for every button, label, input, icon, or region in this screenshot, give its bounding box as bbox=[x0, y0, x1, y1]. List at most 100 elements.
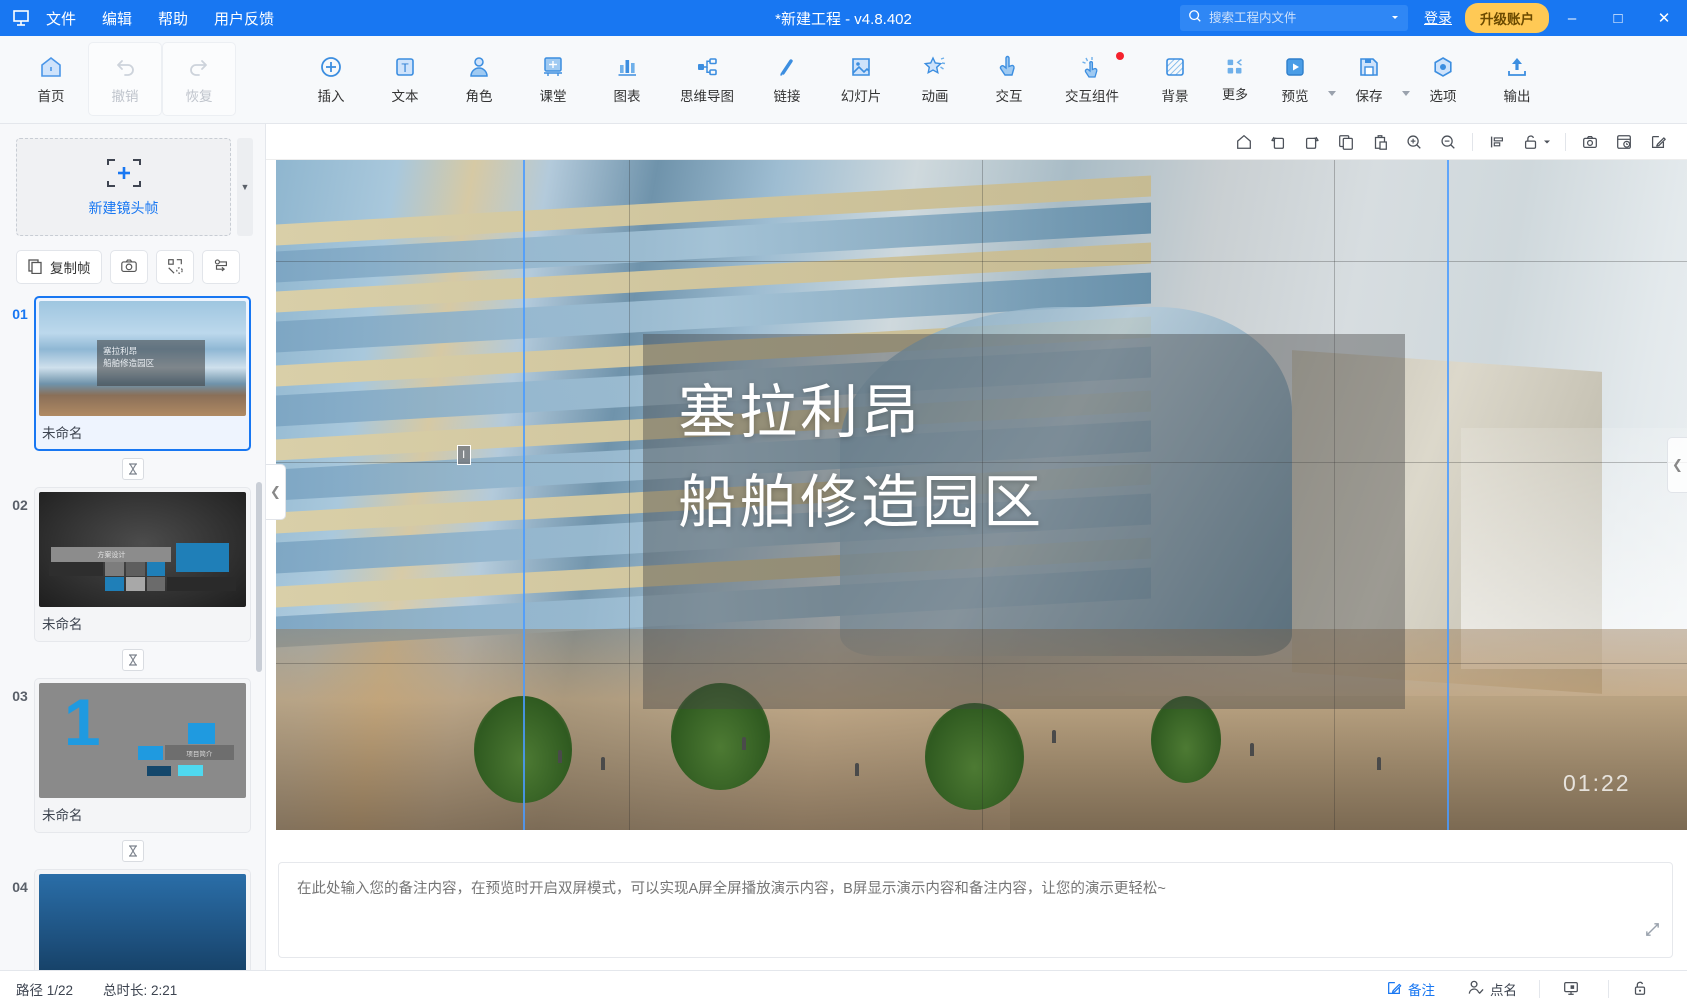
camera-capture-button[interactable] bbox=[109, 250, 148, 284]
collapse-right-panel-button[interactable]: ❮ bbox=[1667, 436, 1687, 493]
timeline-button[interactable] bbox=[1607, 127, 1641, 157]
slides-scrollbar[interactable] bbox=[256, 482, 262, 672]
slide-thumbnail: 塞拉利昂 船舶修造园区 bbox=[39, 301, 246, 416]
tool-preview[interactable]: 预览 bbox=[1258, 42, 1336, 116]
toolbar-divider bbox=[1565, 132, 1566, 151]
align-button[interactable] bbox=[1480, 127, 1514, 157]
tool-mindmap[interactable]: 思维导图 bbox=[664, 42, 750, 116]
thumbnail-text: 塞拉利昂 船舶修造园区 bbox=[103, 345, 155, 368]
menu-item-edit[interactable]: 编辑 bbox=[102, 8, 132, 29]
roll-call-label: 点名 bbox=[1490, 983, 1517, 998]
minimize-icon[interactable]: – bbox=[1549, 0, 1595, 36]
hourglass-transition-icon[interactable] bbox=[121, 649, 144, 671]
new-camera-frame-button[interactable]: 新建镜头帧 bbox=[16, 138, 231, 236]
notes-area bbox=[266, 852, 1687, 970]
snapshot-button[interactable] bbox=[1573, 127, 1607, 157]
slide-render[interactable]: 塞拉利昂 船舶修造园区 I 01:22 bbox=[276, 160, 1687, 830]
svg-text:T: T bbox=[401, 61, 409, 75]
slide-title-text[interactable]: 塞拉利昂 船舶修造园区 bbox=[678, 368, 1044, 548]
maximize-icon[interactable]: □ bbox=[1595, 0, 1641, 36]
status-divider bbox=[1608, 980, 1609, 998]
roll-call-button[interactable]: 点名 bbox=[1451, 979, 1533, 999]
tool-undo[interactable]: 撤销 bbox=[88, 42, 162, 116]
tool-interactive-component[interactable]: 交互组件 bbox=[1046, 42, 1138, 116]
frames-scroll-down-button[interactable]: ▼ bbox=[237, 138, 253, 236]
list-item[interactable]: 02 方案设计 未命名 bbox=[0, 487, 265, 642]
tool-animation[interactable]: 动画 bbox=[898, 42, 972, 116]
hourglass-transition-icon[interactable] bbox=[121, 458, 144, 480]
slide-name[interactable]: 未命名 bbox=[39, 798, 246, 828]
duplicate-frame-button[interactable]: 复制帧 bbox=[16, 250, 102, 284]
tool-background[interactable]: 背景 bbox=[1138, 42, 1212, 116]
duration-indicator: 总时长: 2:21 bbox=[103, 983, 178, 998]
slides-list[interactable]: 01 塞拉利昂 船舶修造园区 未命名 02 方案设计 未命名 03 1 项目简介… bbox=[0, 296, 265, 970]
slides-panel: 新建镜头帧 ▼ 复制帧 01 塞拉利昂 船舶修造园区 未命名 02 方案设计 未… bbox=[0, 124, 266, 970]
chevron-down-icon[interactable] bbox=[1390, 9, 1400, 27]
slide-number: 02 bbox=[12, 497, 28, 513]
collapse-left-panel-button[interactable]: ❮ bbox=[266, 464, 286, 521]
slide-name[interactable]: 未命名 bbox=[39, 416, 246, 446]
login-button[interactable]: 登录 bbox=[1424, 8, 1452, 28]
app-logo-icon[interactable] bbox=[0, 8, 42, 28]
expand-icon[interactable] bbox=[1644, 921, 1661, 942]
tool-slide[interactable]: 幻灯片 bbox=[824, 42, 898, 116]
rotate-left-button[interactable] bbox=[1261, 127, 1295, 157]
slide-thumbnail: 方案设计 bbox=[39, 492, 246, 607]
tool-classroom[interactable]: 课堂 bbox=[516, 42, 590, 116]
fit-frame-button[interactable] bbox=[155, 250, 194, 284]
tool-home[interactable]: 首页 bbox=[14, 42, 88, 116]
lock-small-icon bbox=[1631, 979, 1649, 1000]
tool-text[interactable]: T 文本 bbox=[368, 42, 442, 116]
rotate-right-button[interactable] bbox=[1295, 127, 1329, 157]
list-item[interactable]: 03 1 项目简介 未命名 bbox=[0, 678, 265, 833]
upgrade-account-button[interactable]: 升级账户 bbox=[1465, 3, 1549, 33]
search-input[interactable] bbox=[1209, 11, 1383, 25]
status-divider bbox=[1539, 980, 1540, 998]
tool-undo-label: 撤销 bbox=[111, 88, 139, 104]
lock-button[interactable] bbox=[1514, 127, 1558, 157]
guide-line-left bbox=[522, 160, 525, 830]
tool-more[interactable]: 更多 bbox=[1212, 42, 1258, 116]
list-item[interactable]: 04 bbox=[0, 869, 265, 970]
slide-card-3[interactable]: 1 项目简介 未命名 bbox=[34, 678, 251, 833]
reset-view-button[interactable] bbox=[1227, 127, 1261, 157]
zoom-out-button[interactable] bbox=[1431, 127, 1465, 157]
lock-screen-button[interactable] bbox=[1615, 979, 1671, 1000]
reorder-path-button[interactable] bbox=[201, 250, 240, 284]
tool-options[interactable]: 选项 bbox=[1406, 42, 1480, 116]
slide-card-4[interactable] bbox=[34, 869, 251, 970]
copy-button[interactable] bbox=[1329, 127, 1363, 157]
tool-chart[interactable]: 图表 bbox=[590, 42, 664, 116]
menu-item-help[interactable]: 帮助 bbox=[158, 8, 188, 29]
edit-button[interactable] bbox=[1641, 127, 1675, 157]
slide-card-1[interactable]: 塞拉利昂 船舶修造园区 未命名 bbox=[34, 296, 251, 451]
menu-item-file[interactable]: 文件 bbox=[46, 8, 76, 29]
tool-character[interactable]: 角色 bbox=[442, 42, 516, 116]
resize-handle-icon[interactable]: I bbox=[456, 444, 471, 465]
roll-call-icon bbox=[1467, 979, 1484, 999]
presenter-screen-button[interactable] bbox=[1546, 979, 1602, 1000]
slide-name[interactable]: 未命名 bbox=[39, 607, 246, 637]
tool-preview-label: 预览 bbox=[1281, 88, 1309, 104]
slide-card-2[interactable]: 方案设计 未命名 bbox=[34, 487, 251, 642]
menu-item-feedback[interactable]: 用户反馈 bbox=[214, 8, 274, 29]
tool-insert[interactable]: 插入 bbox=[294, 42, 368, 116]
tool-mindmap-label: 思维导图 bbox=[680, 88, 734, 104]
search-box[interactable] bbox=[1180, 5, 1408, 31]
notes-input[interactable] bbox=[278, 862, 1673, 958]
hourglass-transition-icon[interactable] bbox=[121, 840, 144, 862]
close-icon[interactable]: ✕ bbox=[1641, 0, 1687, 36]
tool-export[interactable]: 输出 bbox=[1480, 42, 1554, 116]
zoom-in-button[interactable] bbox=[1397, 127, 1431, 157]
paste-button[interactable] bbox=[1363, 127, 1397, 157]
tool-interaction[interactable]: 交互 bbox=[972, 42, 1046, 116]
notes-toggle-button[interactable]: 备注 bbox=[1370, 979, 1451, 999]
tool-save[interactable]: 保存 bbox=[1332, 42, 1410, 116]
canvas-area: 塞拉利昂 船舶修造园区 I 01:22 ❮ ❮ bbox=[266, 124, 1687, 970]
tool-redo[interactable]: 恢复 bbox=[162, 42, 236, 116]
slide-stage[interactable]: 塞拉利昂 船舶修造园区 I 01:22 ❮ ❮ bbox=[266, 160, 1687, 852]
slide-title-line-2: 船舶修造园区 bbox=[678, 469, 1045, 535]
fit-frame-icon bbox=[166, 257, 184, 278]
list-item[interactable]: 01 塞拉利昂 船舶修造园区 未命名 bbox=[0, 296, 265, 451]
tool-link[interactable]: 链接 bbox=[750, 42, 824, 116]
